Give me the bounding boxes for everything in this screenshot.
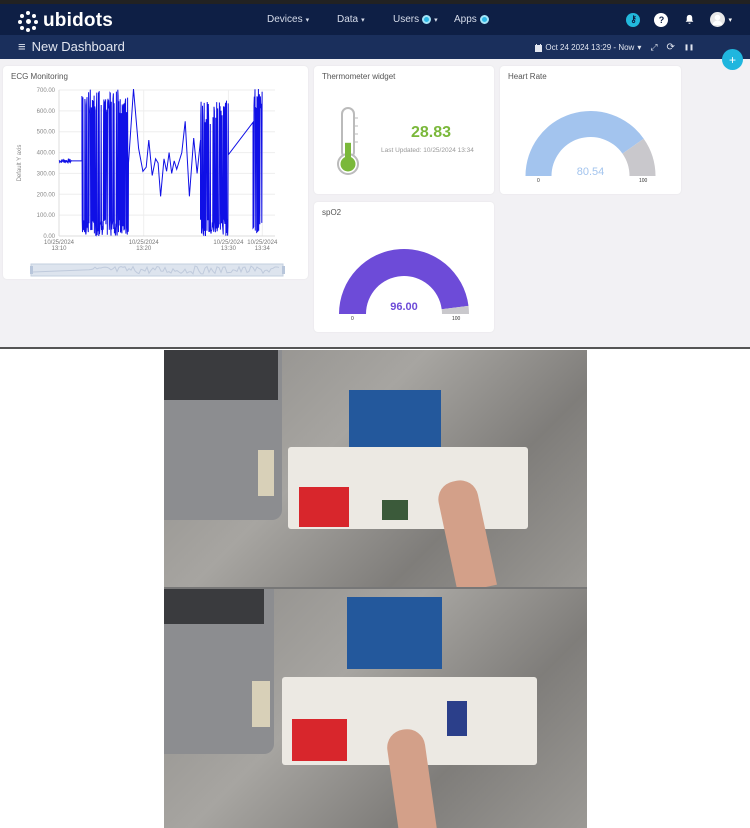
avatar: [710, 12, 726, 27]
chevron-down-icon: ▾: [728, 16, 732, 24]
arduino-board: [349, 390, 441, 450]
heart-rate-widget[interactable]: Heart Rate 80.54 0 100: [500, 66, 681, 194]
circuit-photo-1: [164, 350, 587, 587]
oximeter-sensor: [382, 500, 408, 520]
circuit-photo-2: [164, 589, 587, 828]
nav-data-label: Data: [337, 14, 359, 25]
navigator-left-handle[interactable]: [30, 266, 33, 274]
spo2-widget[interactable]: spO2 96.00 0 100: [314, 202, 494, 332]
ecg-sensor: [292, 719, 347, 761]
ubidots-logo[interactable]: ubidots: [18, 10, 113, 32]
chevron-down-icon: ▾: [637, 43, 642, 52]
ecg-sensor: [299, 487, 349, 527]
x-tick-time: 13:10: [51, 246, 67, 252]
gauge-max-label: 100: [452, 316, 461, 322]
x-tick-time: 13:30: [221, 246, 237, 252]
logo-dots-icon: [18, 11, 38, 32]
range-navigator[interactable]: [30, 263, 284, 277]
y-axis-label: Default Y axis: [17, 145, 23, 182]
y-tick-label: 400.00: [37, 151, 56, 157]
user-tools: ⚷ ? ▾: [626, 12, 732, 27]
help-icon[interactable]: ?: [654, 12, 669, 27]
gauge-max-label: 100: [639, 178, 648, 184]
nav-devices[interactable]: Devices ▾: [267, 14, 309, 25]
last-updated: Last Updated: 10/25/2024 13:34: [381, 147, 474, 154]
refresh-icon[interactable]: ⟳: [667, 42, 675, 53]
dashboard-header: ≡ New Dashboard Oct 24 2024 13:29 - Now …: [0, 35, 750, 59]
lenovo-label: [252, 681, 270, 727]
nav-users[interactable]: Users ▾: [393, 14, 438, 25]
dashboard-canvas: ECG Monitoring 0.00 100.00 200.00 300.00 400…: [0, 59, 750, 349]
keyboard: [164, 589, 264, 624]
user-menu[interactable]: ▾: [710, 12, 732, 27]
chevron-down-icon: ▾: [361, 16, 365, 24]
date-range-picker[interactable]: Oct 24 2024 13:29 - Now ▾: [535, 43, 641, 52]
new-badge-icon: [422, 15, 432, 24]
navigator-right-handle[interactable]: [282, 266, 285, 274]
dashboard-tools: Oct 24 2024 13:29 - Now ▾ ⤢ ⟳ ❚❚: [535, 42, 694, 53]
y-tick-label: 600.00: [37, 109, 56, 115]
chevron-down-icon: ▾: [434, 16, 438, 24]
dashboard-title[interactable]: ≡ New Dashboard: [18, 39, 125, 54]
y-tick-label: 500.00: [37, 130, 56, 136]
x-tick-time: 13:20: [136, 246, 152, 252]
new-badge-icon: [479, 15, 489, 24]
temperature-value: 28.83: [411, 124, 452, 141]
nav-users-label: Users: [393, 14, 420, 25]
hamburger-menu-icon[interactable]: ≡: [18, 39, 26, 54]
x-tick-time: 13:34: [255, 246, 271, 252]
nav-apps[interactable]: Apps: [454, 14, 489, 25]
hardware-photos: [164, 350, 587, 828]
y-tick-label: 100.00: [37, 213, 56, 219]
arduino-board: [347, 597, 442, 669]
temperature-sensor: [447, 701, 467, 736]
brand-name: ubidots: [43, 10, 113, 31]
top-navbar: ubidots Devices ▾ Data ▾ Users ▾ Apps ⚷ ? ▾: [0, 4, 750, 35]
add-widget-button[interactable]: +: [722, 49, 743, 70]
heart-rate-value: 80.54: [576, 166, 605, 178]
nav-devices-label: Devices: [267, 14, 303, 25]
nav-apps-label: Apps: [454, 14, 477, 25]
ecg-chart[interactable]: 0.00100.00200.00300.00400.00500.00600.00…: [3, 66, 308, 279]
widget-title: Thermometer widget: [322, 72, 396, 81]
gauge-min-label: 0: [537, 178, 540, 184]
key-icon[interactable]: ⚷: [626, 12, 641, 27]
y-tick-label: 300.00: [37, 171, 56, 177]
dashboard-name: New Dashboard: [31, 39, 125, 54]
chevron-down-icon: ▾: [305, 16, 310, 24]
gauge-min-label: 0: [351, 316, 354, 322]
nav-data[interactable]: Data ▾: [337, 14, 365, 25]
lenovo-label: [258, 450, 274, 496]
spo2-value: 96.00: [390, 301, 418, 313]
expand-icon[interactable]: ⤢: [650, 42, 657, 53]
pause-icon[interactable]: ❚❚: [684, 44, 694, 51]
thermometer-widget[interactable]: Thermometer widget 28.83 Last Updated: 1…: [314, 66, 494, 194]
ecg-widget[interactable]: ECG Monitoring 0.00 100.00 200.00 300.00 400…: [3, 66, 308, 279]
y-tick-label: 700.00: [37, 88, 56, 94]
thermometer-icon: [337, 107, 359, 175]
calendar-icon: [535, 43, 543, 52]
date-range-label: Oct 24 2024 13:29 - Now: [545, 43, 635, 52]
y-tick-label: 200.00: [37, 192, 56, 198]
bell-icon[interactable]: [682, 13, 696, 27]
keyboard: [164, 350, 278, 400]
